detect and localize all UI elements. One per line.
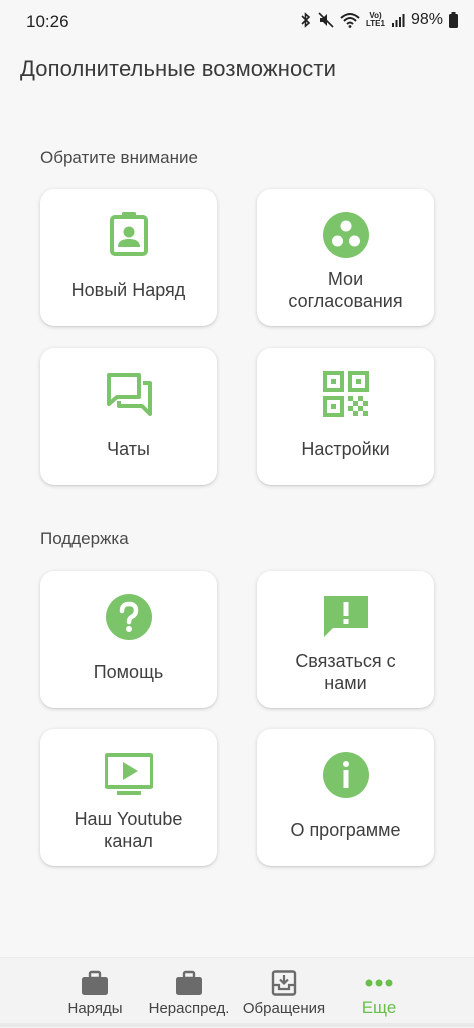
status-bar: 10:26 Vo) LTE1 98% xyxy=(0,0,474,44)
card-label: Настройки xyxy=(301,439,390,459)
help-icon xyxy=(105,594,152,640)
card-youtube-channel[interactable]: Наш Youtube канал xyxy=(40,729,217,866)
battery-icon xyxy=(449,12,458,28)
card-label: Наш Youtube канал xyxy=(74,809,183,851)
card-label: Связаться с нами xyxy=(295,651,396,693)
nav-item-more[interactable]: Еще xyxy=(331,958,427,1028)
status-icons: Vo) LTE1 98% xyxy=(300,11,458,29)
youtube-tv-icon xyxy=(104,753,153,795)
battery-percent: 98% xyxy=(410,11,443,28)
lte-badge: Vo) LTE1 xyxy=(366,11,385,28)
card-about[interactable]: О программе xyxy=(257,729,434,866)
bottom-nav: Наряды Нераспред. Обращения Еще xyxy=(0,957,474,1028)
more-dots-icon xyxy=(365,979,393,987)
feedback-icon xyxy=(323,596,368,637)
mute-icon xyxy=(318,12,334,28)
card-label: Чаты xyxy=(107,439,150,459)
page-title: Дополнительные возможности xyxy=(20,56,336,81)
nav-item-orders[interactable]: Наряды xyxy=(47,958,143,1028)
qr-code-icon xyxy=(322,371,369,417)
card-settings[interactable]: Настройки xyxy=(257,348,434,485)
card-help[interactable]: Помощь xyxy=(40,571,217,708)
card-label: Помощь xyxy=(93,662,164,682)
gesture-bar xyxy=(0,1023,474,1027)
card-contact-us[interactable]: Связаться с нами xyxy=(257,571,434,708)
nav-item-requests[interactable]: Обращения xyxy=(236,958,332,1028)
wifi-icon xyxy=(340,13,360,28)
briefcase-icon xyxy=(176,970,202,995)
card-new-order[interactable]: Новый Наряд xyxy=(40,189,217,326)
badge-icon xyxy=(109,212,148,256)
bluetooth-icon xyxy=(301,12,311,28)
chat-icon xyxy=(106,373,152,416)
briefcase-icon xyxy=(82,970,108,995)
card-label: Новый Наряд xyxy=(71,280,186,300)
card-chats[interactable]: Чаты xyxy=(40,348,217,485)
status-time: 10:26 xyxy=(26,12,69,31)
archive-icon xyxy=(271,970,297,996)
section-title-support: Поддержка xyxy=(40,529,129,548)
approvals-icon xyxy=(322,212,369,258)
card-my-approvals[interactable]: Мои согласования xyxy=(257,189,434,326)
card-label: О программе xyxy=(290,820,401,840)
signal-icon xyxy=(391,14,405,27)
section-title-attention: Обратите внимание xyxy=(40,148,198,167)
info-icon xyxy=(322,752,369,798)
nav-item-unassigned[interactable]: Нераспред. xyxy=(141,958,237,1028)
nav-label: Еще xyxy=(361,998,397,1017)
card-label: Мои согласования xyxy=(288,269,403,311)
